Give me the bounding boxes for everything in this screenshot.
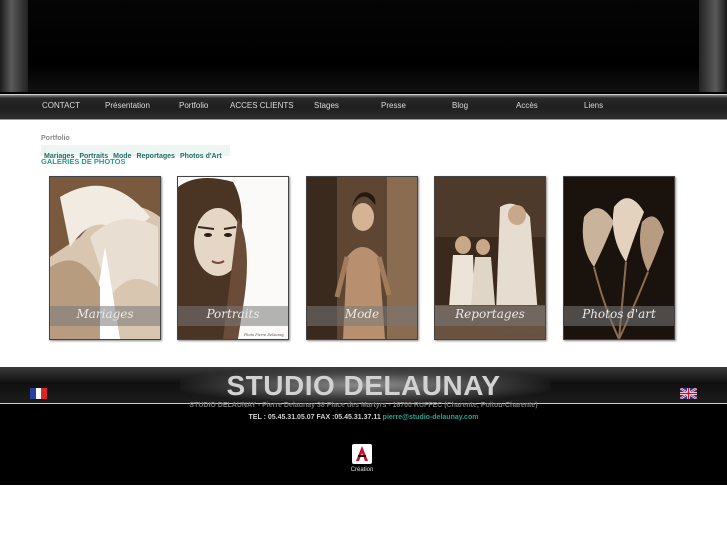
gallery-card-portraits[interactable]: Portraits Photo Pierre Delaunay bbox=[177, 176, 289, 340]
nav-liens[interactable]: Liens bbox=[584, 101, 603, 110]
gallery-card-mode[interactable]: Mode bbox=[306, 176, 418, 340]
gallery-card-mariages[interactable]: Mariages bbox=[49, 176, 161, 340]
footer-contact: TEL : 05.45.31.05.07 FAX :05.45.31.37.11… bbox=[0, 414, 727, 421]
header-shade bbox=[28, 0, 699, 92]
nav-blog[interactable]: Blog bbox=[452, 101, 468, 110]
header-edge-left bbox=[0, 0, 28, 92]
gallery-card-reportages[interactable]: Reportages Photo Pierre Delaunay bbox=[434, 176, 546, 340]
breadcrumb: Portfolio bbox=[41, 135, 70, 142]
france-flag-icon[interactable] bbox=[30, 388, 48, 399]
footer: STUDIO DELAUNAY STUDIO DELAUNAY - Pierre… bbox=[0, 367, 727, 485]
creation-logo-graphic bbox=[356, 446, 368, 461]
nav-presentation[interactable]: Présentation bbox=[105, 101, 150, 110]
reportages-signature: Photo Pierre Delaunay bbox=[500, 333, 541, 337]
nav-contact[interactable]: CONTACT bbox=[42, 101, 80, 110]
footer-address: STUDIO DELAUNAY - Pierre Delaunay 38 Pla… bbox=[189, 402, 538, 409]
portfolio-subnav: Mariages Portraits Mode Reportages Photos d'… bbox=[41, 145, 230, 160]
creation-label: Création bbox=[350, 467, 374, 473]
subnav-reportages[interactable]: Reportages bbox=[136, 151, 175, 162]
nav-acces[interactable]: Accès bbox=[516, 101, 538, 110]
top-header bbox=[0, 0, 727, 95]
gallery-title: GALERIES DE PHOTOS bbox=[41, 157, 126, 166]
header-edge-right bbox=[699, 0, 727, 92]
nav-stages[interactable]: Stages bbox=[314, 101, 339, 110]
gallery-card-photos-art[interactable]: Photos d'art bbox=[563, 176, 675, 340]
uk-flag-icon[interactable] bbox=[680, 388, 697, 399]
footer-email-link[interactable]: pierre@studio-delaunay.com bbox=[383, 414, 479, 421]
footer-phone-fax: TEL : 05.45.31.05.07 FAX :05.45.31.37.11 bbox=[248, 414, 383, 421]
creation-logo-icon[interactable] bbox=[352, 444, 372, 464]
main-nav: CONTACT Présentation Portfolio ACCES CLI… bbox=[0, 94, 727, 121]
reportages-label: Reportages bbox=[455, 307, 525, 321]
nav-acces-clients[interactable]: ACCES CLIENTS bbox=[230, 101, 294, 110]
nav-portfolio[interactable]: Portfolio bbox=[179, 101, 208, 110]
main-content: Portfolio Mariages Portraits Mode Reportage… bbox=[0, 120, 727, 368]
footer-brand: STUDIO DELAUNAY bbox=[226, 370, 501, 401]
photos-art-label: Photos d'art bbox=[582, 307, 656, 321]
portraits-label: Portraits bbox=[206, 307, 260, 321]
nav-presse[interactable]: Presse bbox=[381, 101, 406, 110]
mode-label: Mode bbox=[344, 307, 380, 321]
subnav-photos-art[interactable]: Photos d'Art bbox=[180, 151, 222, 162]
portraits-signature: Photo Pierre Delaunay bbox=[243, 333, 284, 337]
mariages-label: Mariages bbox=[76, 307, 134, 321]
